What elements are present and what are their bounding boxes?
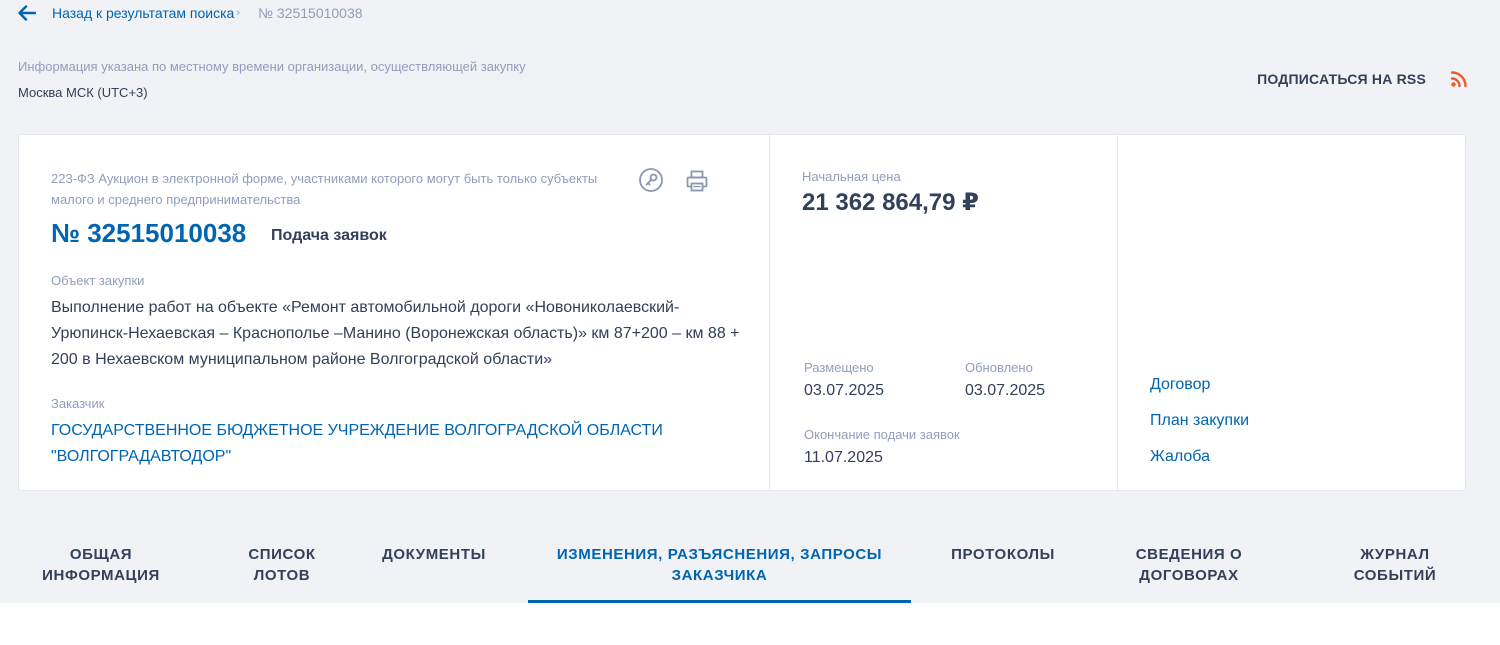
purchase-number[interactable]: № 32515010038 <box>51 218 246 249</box>
tab-documents[interactable]: ДОКУМЕНТЫ <box>366 493 502 603</box>
tab-bar: ОБЩАЯ ИНФОРМАЦИЯ СПИСОК ЛОТОВ ДОКУМЕНТЫ ИЗ… <box>0 493 1500 603</box>
tab-label: ЛОТОВ <box>253 567 311 584</box>
placed-value: 03.07.2025 <box>804 382 885 399</box>
object-label: Объект закупки <box>51 273 145 288</box>
deadline-date: Окончание подачи заявок 11.07.2025 <box>804 427 960 467</box>
tab-label: ОБЩАЯ <box>69 546 133 563</box>
tab-content-area <box>0 603 1500 645</box>
procurement-type: 223-ФЗ Аукцион в электронной форме, учас… <box>51 171 598 207</box>
tab-label: ИНФОРМАЦИЯ <box>42 567 160 584</box>
rss-icon <box>1450 70 1468 88</box>
purchase-stage: Подача заявок <box>271 227 387 244</box>
object-description: Выполнение работ на объекте «Ремонт авто… <box>51 299 740 368</box>
placed-date: Размещено 03.07.2025 <box>804 360 884 400</box>
purchase-main-info: 223-ФЗ Аукцион в электронной форме, учас… <box>19 135 770 490</box>
tab-label: ЖУРНАЛ <box>1360 546 1430 563</box>
tab-label: СВЕДЕНИЯ О <box>1135 546 1243 563</box>
price-label: Начальная цена <box>802 169 901 184</box>
complaint-link[interactable]: Жалоба <box>1150 448 1210 466</box>
key-icon[interactable] <box>638 167 664 193</box>
breadcrumb-current: № 32515010038 <box>257 5 363 21</box>
tab-label: ПРОТОКОЛЫ <box>951 546 1055 563</box>
deadline-value: 11.07.2025 <box>804 449 883 466</box>
purchase-card: 223-ФЗ Аукцион в электронной форме, учас… <box>18 134 1466 491</box>
tab-label: СОБЫТИЙ <box>1353 567 1437 584</box>
back-arrow-icon[interactable] <box>18 3 38 23</box>
tab-general-info[interactable]: ОБЩАЯ ИНФОРМАЦИЯ <box>18 493 184 603</box>
tab-label: ДОКУМЕНТЫ <box>382 546 486 563</box>
rss-subscribe-button[interactable]: ПОДПИСАТЬСЯ НА RSS <box>1257 70 1468 88</box>
related-links: Договор План закупки Жалоба <box>1118 135 1465 490</box>
tab-label: ДОГОВОРАХ <box>1139 567 1239 584</box>
breadcrumb: Назад к результатам поиска › № 325150100… <box>18 2 363 24</box>
updated-value: 03.07.2025 <box>965 382 1046 399</box>
purchase-plan-link[interactable]: План закупки <box>1150 412 1249 430</box>
tab-label: ЗАКАЗЧИКА <box>671 567 768 584</box>
timezone-value: Москва МСК (UTC+3) <box>18 85 148 100</box>
timezone-note: Информация указана по местному времени о… <box>18 59 526 74</box>
breadcrumb-separator: › <box>236 7 240 19</box>
updated-date: Обновлено 03.07.2025 <box>965 360 1045 400</box>
tab-label: ИЗМЕНЕНИЯ, РАЗЪЯСНЕНИЯ, ЗАПРОСЫ <box>556 546 883 563</box>
tab-lots-list[interactable]: СПИСОК ЛОТОВ <box>224 493 340 603</box>
contract-link[interactable]: Договор <box>1150 376 1210 394</box>
customer-label: Заказчик <box>51 396 105 411</box>
price-value: 21 362 864,79 ₽ <box>802 189 979 216</box>
placed-label: Размещено <box>804 360 874 375</box>
tab-changes-clarifications[interactable]: ИЗМЕНЕНИЯ, РАЗЪЯСНЕНИЯ, ЗАПРОСЫ ЗАКАЗЧИКА <box>528 493 911 603</box>
customer-name-link[interactable]: ГОСУДАРСТВЕННОЕ БЮДЖЕТНОЕ УЧРЕЖДЕНИЕ ВОЛ… <box>51 418 731 470</box>
back-to-results-link[interactable]: Назад к результатам поиска <box>52 5 234 21</box>
print-icon[interactable] <box>684 168 710 194</box>
deadline-label: Окончание подачи заявок <box>804 427 960 442</box>
updated-label: Обновлено <box>965 360 1033 375</box>
tab-contracts-info[interactable]: СВЕДЕНИЯ О ДОГОВОРАХ <box>1110 493 1268 603</box>
tab-protocols[interactable]: ПРОТОКОЛЫ <box>938 493 1068 603</box>
tab-event-log[interactable]: ЖУРНАЛ СОБЫТИЙ <box>1330 493 1460 603</box>
tab-label: СПИСОК <box>248 546 316 563</box>
price-and-dates: Начальная цена 21 362 864,79 ₽ Размещено… <box>770 135 1118 490</box>
rss-label: ПОДПИСАТЬСЯ НА RSS <box>1257 71 1426 87</box>
